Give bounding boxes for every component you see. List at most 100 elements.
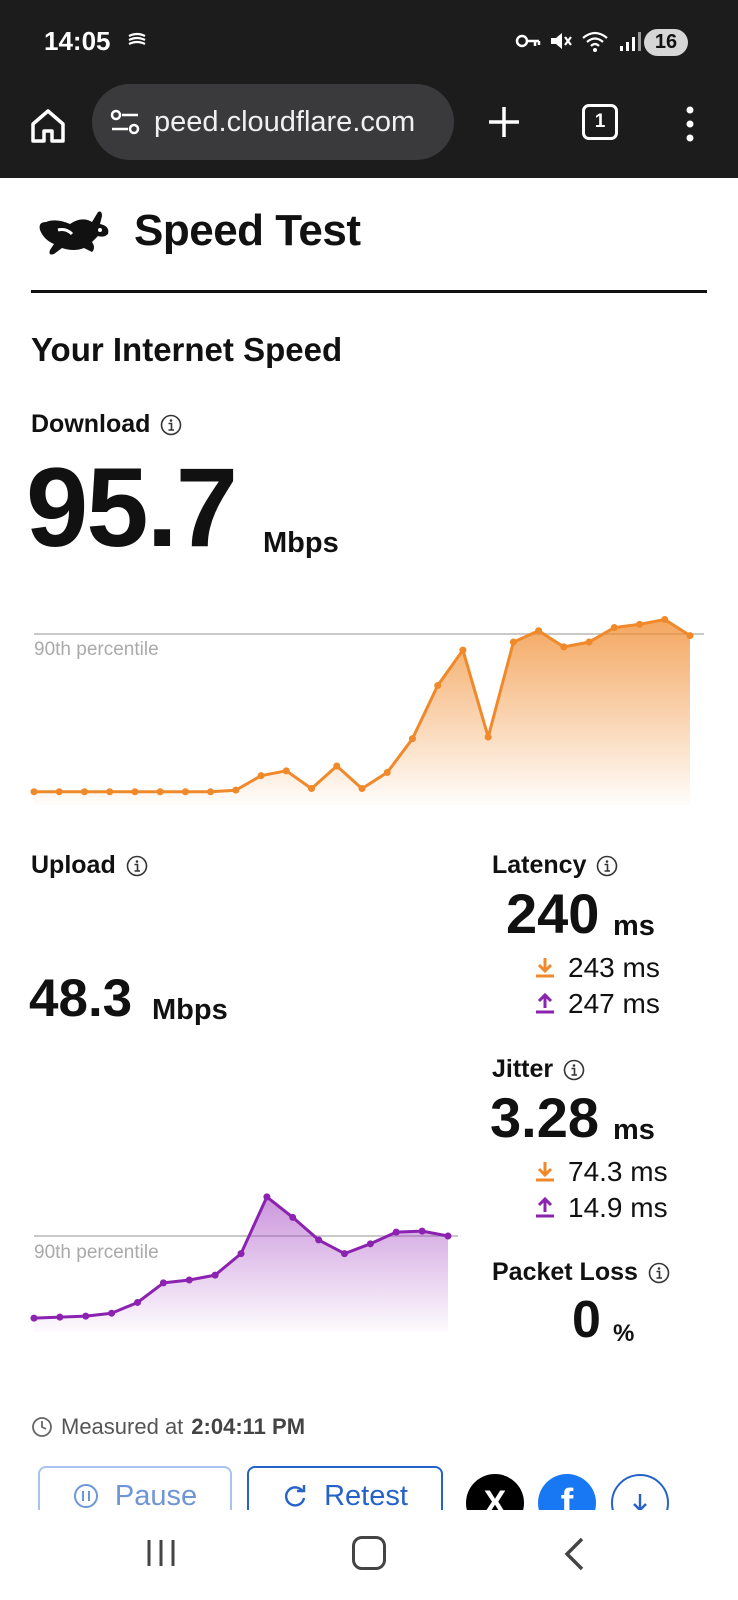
measured-at: Measured at 2:04:11 PM (31, 1414, 305, 1440)
info-icon[interactable] (596, 855, 618, 877)
pause-button-label: Pause (114, 1479, 198, 1512)
more-menu-icon[interactable] (680, 104, 700, 144)
upload-chart-point (237, 1250, 245, 1258)
download-chart-point (156, 788, 164, 796)
new-tab-icon[interactable] (484, 102, 524, 142)
address-bar[interactable]: peed.cloudflare.com (92, 84, 454, 160)
jitter-value: 3.28 (490, 1086, 599, 1149)
signal-icon (620, 32, 641, 51)
download-chart-point (181, 788, 189, 796)
upload-chart-area (34, 1196, 448, 1332)
packet-loss-label-text: Packet Loss (492, 1258, 638, 1286)
site-title: Speed Test (134, 206, 361, 255)
download-chart-point (509, 638, 517, 646)
header-divider (31, 290, 707, 293)
download-chart-point (232, 786, 240, 794)
upload-unit: Mbps (152, 994, 228, 1026)
download-chart: 90th percentile (30, 616, 704, 805)
status-bar: 14:05 16 (0, 0, 738, 84)
download-chart-point (333, 762, 341, 770)
upload-chart-point (108, 1309, 116, 1317)
download-chart-point (308, 785, 316, 793)
packet-loss-label: Packet Loss (492, 1258, 670, 1287)
info-icon[interactable] (126, 855, 148, 877)
upload-chart: 90th percentile (30, 1193, 458, 1332)
pause-icon (73, 1484, 98, 1508)
download-chart-point (484, 733, 492, 741)
nav-home-button[interactable] (352, 1536, 386, 1570)
mute-icon (551, 33, 572, 49)
upload-chart-point (56, 1313, 64, 1321)
retest-button-label: Retest (324, 1479, 408, 1512)
tab-switcher-button[interactable]: 1 (582, 104, 618, 140)
page-heading: Your Internet Speed (31, 331, 343, 368)
download-chart-point (610, 624, 618, 632)
back-icon[interactable] (562, 1536, 586, 1572)
browser-toolbar: peed.cloudflare.com 1 (0, 84, 738, 178)
download-label: Download (31, 410, 182, 439)
download-value: 95.7 (26, 445, 238, 570)
wifi-icon (582, 31, 608, 52)
latency-download-value: 243 ms (568, 952, 660, 983)
upload-chart-point (82, 1312, 90, 1320)
jitter-unit: ms (613, 1114, 655, 1146)
upload-chart-point (211, 1271, 219, 1279)
download-chart-point (257, 772, 265, 780)
download-chart-point (358, 785, 366, 793)
download-chart-point (80, 788, 88, 796)
latency-download: 243 ms (534, 952, 660, 984)
latency-upload-value: 247 ms (568, 988, 660, 1019)
download-chart-point (560, 643, 568, 651)
download-chart-point (661, 616, 669, 624)
site-settings-icon[interactable] (108, 107, 142, 137)
upload-chart-point (263, 1193, 271, 1201)
upload-chart-point (418, 1227, 426, 1235)
download-chart-point (383, 768, 391, 776)
upload-arrow-icon (536, 1196, 554, 1218)
upload-chart-point (392, 1228, 400, 1236)
jitter-label: Jitter (492, 1055, 585, 1084)
latency-value: 240 (506, 882, 600, 945)
download-chart-point (636, 620, 644, 628)
latency-label-text: Latency (492, 851, 587, 879)
upload-chart-point (289, 1213, 297, 1221)
download-chart-point (459, 646, 467, 654)
download-unit: Mbps (263, 527, 339, 559)
download-chart-point (131, 788, 139, 796)
jitter-download: 74.3 ms (534, 1156, 668, 1188)
upload-label-text: Upload (31, 851, 116, 879)
upload-chart-point (185, 1276, 193, 1284)
upload-chart-point (341, 1250, 348, 1258)
screen-record-icon (128, 32, 146, 45)
home-icon[interactable] (28, 106, 68, 146)
upload-value: 48.3 (29, 969, 133, 1028)
info-icon[interactable] (563, 1059, 585, 1081)
info-icon[interactable] (648, 1262, 670, 1284)
vpn-key-icon (515, 34, 541, 48)
download-chart-point (585, 638, 593, 646)
upload-label: Upload (31, 851, 148, 880)
download-chart-point (207, 788, 215, 796)
latency-upload: 247 ms (534, 988, 660, 1020)
download-chart-point (434, 682, 442, 690)
url-text[interactable]: peed.cloudflare.com (154, 106, 415, 139)
rabbit-logo-icon (39, 211, 109, 255)
upload-chart-point (366, 1240, 374, 1248)
recent-apps-icon[interactable] (145, 1538, 177, 1568)
packet-loss-unit: % (613, 1320, 635, 1347)
latency-label: Latency (492, 851, 618, 880)
jitter-upload: 14.9 ms (534, 1192, 668, 1224)
measured-prefix: Measured at (61, 1414, 184, 1439)
retest-icon (285, 1485, 306, 1507)
upload-chart-point (315, 1236, 323, 1244)
upload-chart-point (30, 1314, 38, 1322)
status-icons (515, 29, 641, 53)
upload-chart-point (134, 1298, 141, 1306)
packet-loss-value: 0 (572, 1291, 601, 1349)
download-arrow-icon (536, 1162, 554, 1182)
jitter-download-value: 74.3 ms (568, 1156, 668, 1187)
upload-chart-point (444, 1232, 452, 1240)
download-label-text: Download (31, 410, 151, 438)
info-icon[interactable] (160, 414, 182, 436)
upload-90th-percentile-label: 90th percentile (34, 1242, 159, 1263)
